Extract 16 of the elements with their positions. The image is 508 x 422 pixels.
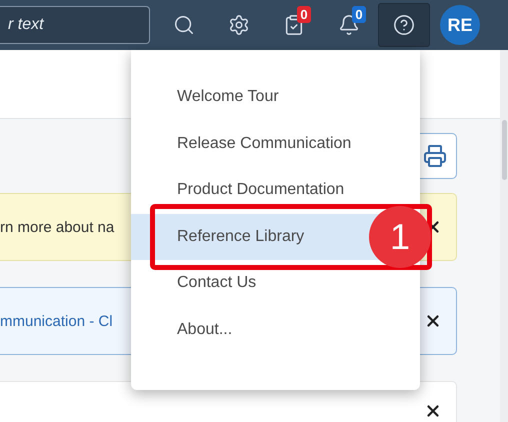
user-avatar[interactable]: RE xyxy=(440,5,480,45)
count-badge: 0 xyxy=(352,6,366,23)
tasks-button[interactable]: 0 xyxy=(268,3,320,47)
search-icon xyxy=(173,14,195,36)
menu-item[interactable]: Welcome Tour xyxy=(131,74,420,120)
menu-item[interactable]: About... xyxy=(131,306,420,353)
printer-icon xyxy=(423,144,447,168)
help-button[interactable] xyxy=(378,3,430,47)
menu-item[interactable]: Release Communication xyxy=(131,120,420,167)
message-text: rn more about na xyxy=(0,218,114,236)
help-icon xyxy=(393,14,415,36)
settings-icon xyxy=(228,14,250,36)
count-badge: 0 xyxy=(297,6,311,23)
link-text[interactable]: mmunication - Cl xyxy=(0,312,113,330)
search-field[interactable]: r text xyxy=(0,6,150,44)
notifications-button[interactable]: 0 xyxy=(323,3,375,47)
